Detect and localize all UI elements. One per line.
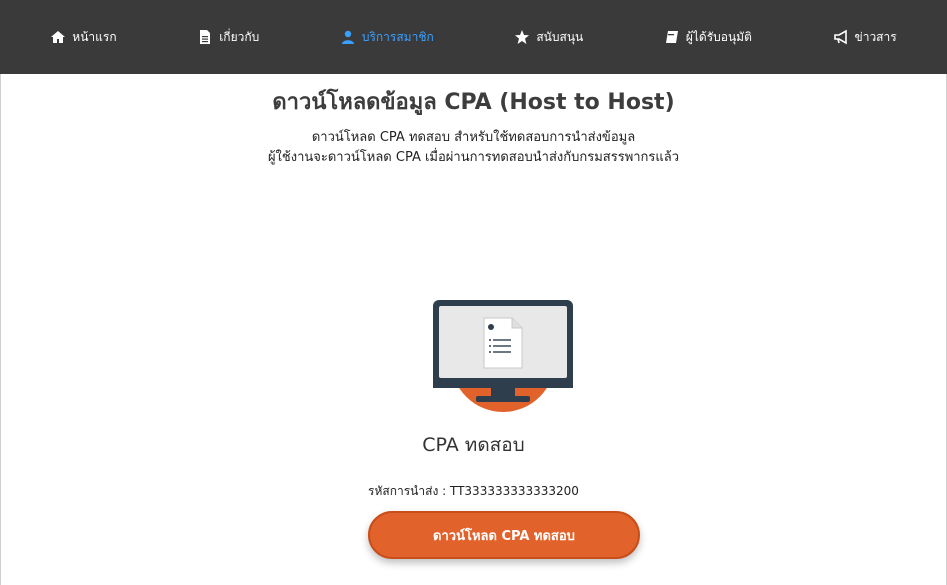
description-line-1: ดาวน์โหลด CPA ทดสอบ สำหรับใช้ทดสอบการนำส… [311, 130, 636, 145]
nav-item-label: เกี่ยวกับ [219, 29, 260, 44]
nav-item-label: ผู้ได้รับอนุมัติ [685, 29, 752, 44]
home-icon [50, 29, 66, 45]
nav-item-label: สนับสนุน [536, 29, 584, 44]
nav-item-label: ข่าวสาร [854, 29, 897, 44]
description-line-2: ผู้ใช้งานจะดาวน์โหลด CPA เมื่อผ่านการทดส… [267, 150, 680, 165]
nav-item-approved[interactable]: ผู้ได้รับอนุมัติ [664, 28, 752, 47]
star-icon [514, 29, 530, 45]
description: ดาวน์โหลด CPA ทดสอบ สำหรับใช้ทดสอบการนำส… [0, 128, 947, 168]
nav-item-about[interactable]: เกี่ยวกับ [197, 28, 259, 47]
document-icon [197, 29, 213, 45]
nav-item-label: บริการสมาชิก [361, 29, 434, 44]
page-title: ดาวน์โหลดข้อมูล CPA (Host to Host) [272, 90, 675, 115]
top-navbar: หน้าแรก เกี่ยวกับ บริการสมาชิก สนับสนุน … [0, 0, 947, 74]
nav-item-label: หน้าแรก [72, 29, 117, 44]
nav-item-home[interactable]: หน้าแรก [50, 28, 117, 47]
megaphone-icon [833, 29, 849, 45]
nav-item-news[interactable]: ข่าวสาร [833, 28, 897, 47]
submission-code: รหัสการนำส่ง : TT333333333333200 [368, 484, 579, 498]
card-title: CPA ทดสอบ [422, 434, 525, 456]
monitor-document-icon [428, 300, 578, 412]
nav-item-support[interactable]: สนับสนุน [514, 28, 583, 47]
book-icon [664, 29, 680, 45]
user-icon [340, 29, 356, 45]
download-cpa-button[interactable]: ดาวน์โหลด CPA ทดสอบ [368, 511, 640, 559]
nav-item-member-services[interactable]: บริการสมาชิก [340, 28, 434, 47]
